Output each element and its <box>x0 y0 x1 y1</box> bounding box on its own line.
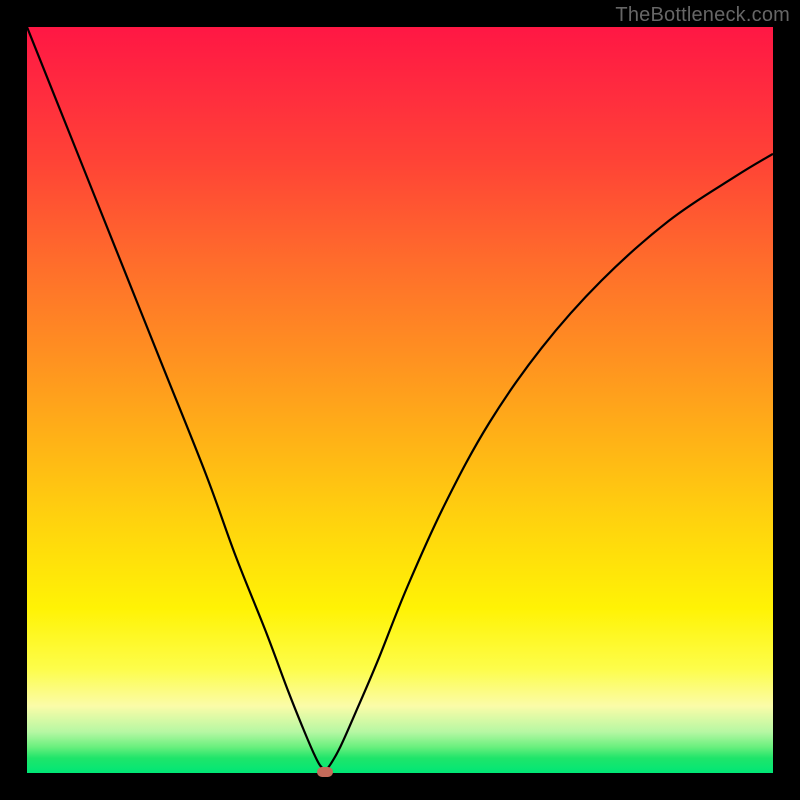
attribution-text: TheBottleneck.com <box>615 4 790 27</box>
plot-area <box>27 27 773 773</box>
chart-frame: TheBottleneck.com <box>0 0 800 800</box>
optimal-point-marker <box>317 767 333 777</box>
bottleneck-curve <box>27 27 773 773</box>
